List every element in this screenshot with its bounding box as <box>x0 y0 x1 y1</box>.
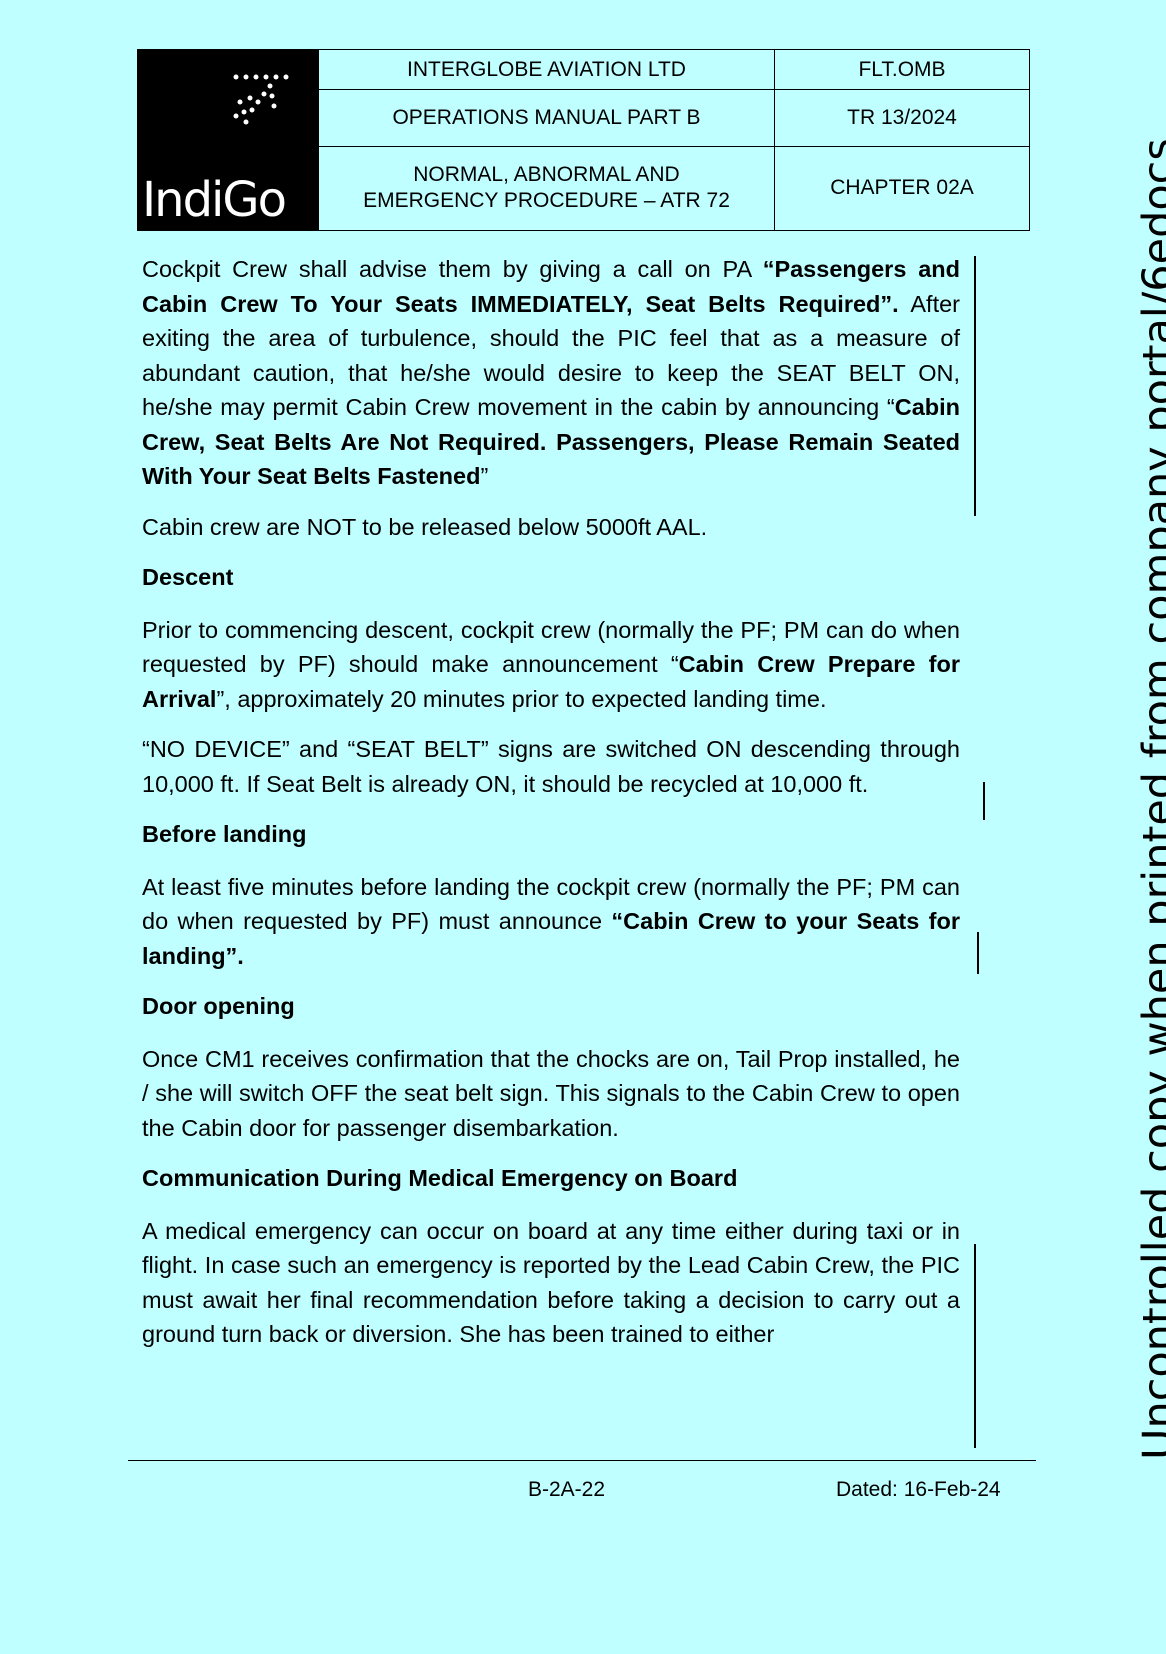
paragraph-release: Cabin crew are NOT to be released below … <box>142 513 708 540</box>
paragraph-descent: Prior to commencing descent, cockpit cre… <box>142 613 960 717</box>
footer-divider <box>128 1460 1036 1461</box>
chapter: CHAPTER 02A <box>774 145 1030 232</box>
paragraph-door-opening: Once CM1 receives confirmation that the … <box>142 1045 960 1141</box>
heading-before-landing: Before landing <box>142 821 307 847</box>
section-title-line1: NORMAL, ABNORMAL AND <box>413 163 680 187</box>
heading-medical: Communication During Medical Emergency o… <box>142 1165 738 1191</box>
document-code: FLT.OMB <box>774 48 1030 91</box>
section-title: NORMAL, ABNORMAL AND EMERGENCY PROCEDURE… <box>318 145 775 232</box>
text: Cockpit Crew shall advise them by giving… <box>142 256 763 282</box>
manual-name: OPERATIONS MANUAL PART B <box>318 89 775 147</box>
plane-icon <box>233 74 289 125</box>
watermark: Uncontrolled copy when printed from comp… <box>1134 138 1166 1460</box>
change-bar <box>977 932 979 974</box>
company-name: INTERGLOBE AVIATION LTD <box>318 48 775 91</box>
paragraph-before-landing: At least five minutes before landing the… <box>142 870 960 974</box>
document-header: IndiGo INTERGLOBE AVIATION LTD FLT.OMB O… <box>137 48 1030 232</box>
heading-door-opening: Door opening <box>142 993 295 1019</box>
heading-descent: Descent <box>142 564 234 590</box>
logo-text: IndiGo <box>142 172 287 228</box>
paragraph-medical: A medical emergency can occur on board a… <box>142 1217 960 1348</box>
page-number: B-2A-22 <box>528 1478 606 1501</box>
change-bar <box>983 782 985 820</box>
section-title-line2: EMERGENCY PROCEDURE – ATR 72 <box>363 189 730 213</box>
revision: TR 13/2024 <box>774 89 1030 147</box>
paragraph-turbulence: Cockpit Crew shall advise them by giving… <box>142 252 960 494</box>
document-body: Cockpit Crew shall advise them by giving… <box>142 252 960 1368</box>
change-bar <box>974 1244 976 1448</box>
text: ”, approximately 20 minutes prior to exp… <box>216 685 827 712</box>
logo: IndiGo <box>137 49 319 231</box>
issue-date: Dated: 16-Feb-24 <box>836 1478 1001 1501</box>
change-bar <box>974 256 976 516</box>
paragraph-signs: “NO DEVICE” and “SEAT BELT” signs are sw… <box>142 736 960 797</box>
text: ” <box>480 463 489 489</box>
